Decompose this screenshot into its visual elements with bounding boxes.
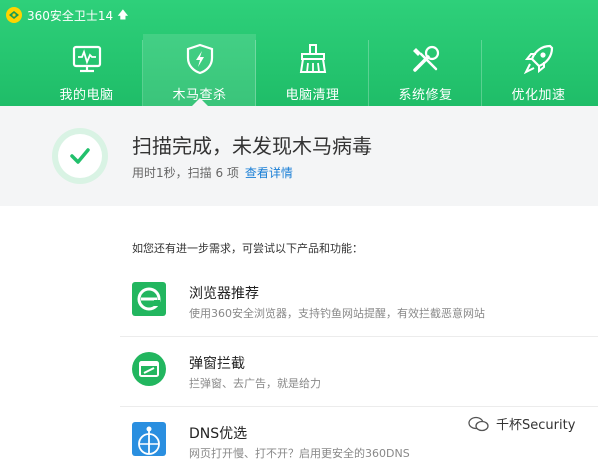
- suggestion-name: DNS优选: [189, 426, 248, 442]
- main-tabs: 我的电脑 木马查杀 电脑清理 系统修复 优化加速: [30, 34, 598, 106]
- up-arrow-icon[interactable]: 🡅: [117, 6, 128, 25]
- result-title: 扫描完成，未发现木马病毒: [132, 134, 372, 158]
- title-bar: 360安全卫士14 🡅: [6, 6, 129, 24]
- tab-system-repair[interactable]: 系统修复: [369, 34, 482, 106]
- tools-icon: [412, 45, 439, 72]
- app-title: 360安全卫士14: [27, 8, 114, 23]
- browser-icon: [132, 282, 166, 316]
- tab-label: 系统修复: [398, 88, 453, 103]
- tab-trojan-scan[interactable]: 木马查杀: [143, 34, 256, 106]
- tab-speed-up[interactable]: 优化加速: [482, 34, 595, 106]
- tab-pc-cleanup[interactable]: 电脑清理: [256, 34, 369, 106]
- wechat-icon: [468, 416, 489, 431]
- suggestion-popup-block[interactable]: 弹窗拦截 拦弹窗、去广告，就是给力: [132, 340, 598, 404]
- watermark-text: 千杯Security: [496, 418, 576, 433]
- top-header: 360安全卫士14 🡅 我的电脑 木马查杀 电脑清理 系统修复 优化加速: [0, 0, 598, 106]
- suggestion-desc: 拦弹窗、去广告，就是给力: [189, 377, 321, 390]
- divider: [120, 406, 598, 407]
- scan-summary: 用时1秒，扫描 6 项: [132, 166, 239, 180]
- app-logo-icon: [6, 7, 22, 23]
- rocket-icon: [523, 44, 553, 75]
- broom-icon: [299, 44, 326, 73]
- watermark: 千杯Security: [468, 414, 575, 433]
- monitor-icon: [72, 45, 101, 73]
- result-summary-row: 用时1秒，扫描 6 项查看详情: [132, 164, 293, 181]
- suggestion-desc: 网页打开慢、打不开？启用更安全的360DNS: [189, 447, 410, 460]
- tab-my-computer[interactable]: 我的电脑: [30, 34, 143, 106]
- shield-bolt-icon: [186, 43, 213, 75]
- tab-label: 优化加速: [511, 88, 566, 103]
- suggestion-name: 浏览器推荐: [189, 286, 259, 302]
- view-details-link[interactable]: 查看详情: [245, 166, 293, 180]
- popup-block-icon: [132, 352, 166, 386]
- active-tab-indicator: [191, 98, 208, 106]
- suggestions-intro: 如您还有进一步需求，可尝试以下产品和功能：: [132, 242, 363, 255]
- tab-label: 电脑清理: [285, 88, 340, 103]
- divider: [120, 336, 598, 337]
- suggestion-browser[interactable]: 浏览器推荐 使用360安全浏览器，支持钓鱼网站提醒，有效拦截恶意网站: [132, 270, 598, 334]
- success-check-icon: [52, 128, 108, 184]
- suggestion-desc: 使用360安全浏览器，支持钓鱼网站提醒，有效拦截恶意网站: [189, 307, 485, 320]
- scan-result-panel: 扫描完成，未发现木马病毒 用时1秒，扫描 6 项查看详情: [0, 106, 598, 206]
- tab-label: 我的电脑: [59, 88, 114, 103]
- suggestion-name: 弹窗拦截: [189, 356, 245, 372]
